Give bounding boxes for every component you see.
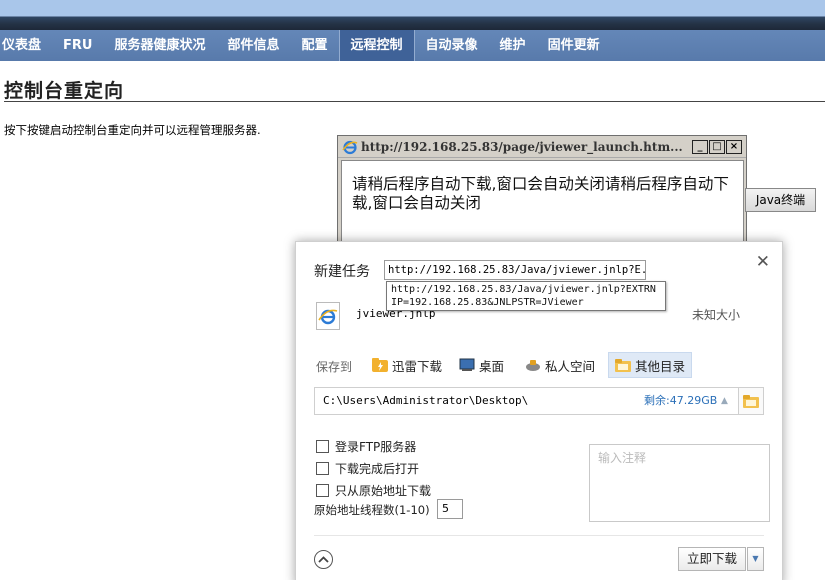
private-space-icon [525,358,541,372]
popup-title: http://192.168.25.83/page/jviewer_launch… [361,139,683,154]
dest-label: 桌面 [479,358,505,374]
option-label: 登录FTP服务器 [335,440,417,454]
file-size: 未知大小 [691,308,740,322]
popup-titlebar[interactable]: http://192.168.25.83/page/jviewer_launch… [338,136,746,158]
dest-desktop[interactable]: 桌面 [453,352,510,378]
ie-icon [342,139,358,155]
desktop-icon [459,358,475,372]
nav-server-health[interactable]: 服务器健康状况 [103,30,216,61]
dialog-title: 新建任务 [314,264,370,280]
ftp-login-checkbox[interactable] [316,440,329,453]
close-button[interactable]: × [726,139,742,154]
maximize-button[interactable]: □ [709,139,725,154]
minimize-button[interactable]: _ [692,139,708,154]
chevron-up-icon [318,556,329,563]
save-to-label: 保存到 [316,360,353,374]
option-ftp-login[interactable]: 登录FTP服务器 [316,438,416,455]
folder-icon [615,358,631,372]
page-title: 控制台重定向 [4,80,125,102]
window-controls: _ □ × [692,139,742,154]
download-now-button[interactable]: 立即下载 [678,547,746,571]
thunder-folder-icon [372,358,388,372]
threads-input[interactable]: 5 [437,499,463,519]
url-tooltip: http://192.168.25.83/Java/jviewer.jnlp?E… [386,281,666,311]
title-divider [4,101,825,102]
file-icon [316,302,340,330]
original-source-only-checkbox[interactable] [316,484,329,497]
header-band [0,0,825,30]
nav-configuration[interactable]: 配置 [291,30,339,61]
main-nav: 仪表盘 FRU 服务器健康状况 部件信息 配置 远程控制 自动录像 维护 固件更… [0,30,825,61]
dest-label: 私人空间 [545,358,596,374]
dest-other-directory[interactable]: 其他目录 [608,352,693,378]
nav-component-info[interactable]: 部件信息 [216,30,290,61]
nav-maintenance[interactable]: 维护 [489,30,537,61]
dest-label: 其他目录 [635,358,686,374]
url-field[interactable]: http://192.168.25.83/Java/jviewer.jnlp?E… [384,260,646,280]
option-original-source-only[interactable]: 只从原始地址下载 [316,482,431,499]
nav-dashboard[interactable]: 仪表盘 [0,30,52,61]
browse-folder-button[interactable] [738,387,764,415]
dest-thunder-download[interactable]: 迅雷下载 [366,352,448,378]
note-textarea[interactable]: 输入注释 [589,444,770,522]
page-description: 按下按键启动控制台重定向并可以远程管理服务器. [4,123,261,137]
free-space: 剩余:47.29GB [644,394,718,407]
option-open-after-download[interactable]: 下载完成后打开 [316,460,419,477]
option-label: 下载完成后打开 [335,462,420,476]
dropdown-arrow-icon[interactable]: ▲ [721,388,728,414]
nav-firmware-update[interactable]: 固件更新 [537,30,611,61]
screen: 仪表盘 FRU 服务器健康状况 部件信息 配置 远程控制 自动录像 维护 固件更… [0,0,825,580]
nav-fru[interactable]: FRU [52,30,103,61]
download-options-dropdown[interactable]: ▼ [747,547,764,571]
threads-label: 原始地址线程数(1-10) [314,503,430,517]
collapse-button[interactable] [314,550,333,569]
folder-open-icon [743,395,759,408]
new-download-dialog: ✕ 新建任务 http://192.168.25.83/Java/jviewer… [295,241,783,580]
nav-remote-control[interactable]: 远程控制 [338,30,415,61]
option-label: 只从原始地址下载 [335,484,432,498]
dest-label: 迅雷下载 [392,358,443,374]
footer-divider [314,535,764,536]
nav-auto-recording[interactable]: 自动录像 [415,30,489,61]
open-after-download-checkbox[interactable] [316,462,329,475]
dest-private-space[interactable]: 私人空间 [519,352,601,378]
java-terminal-button[interactable]: Java终端 [745,188,816,212]
close-icon[interactable]: ✕ [756,252,770,272]
